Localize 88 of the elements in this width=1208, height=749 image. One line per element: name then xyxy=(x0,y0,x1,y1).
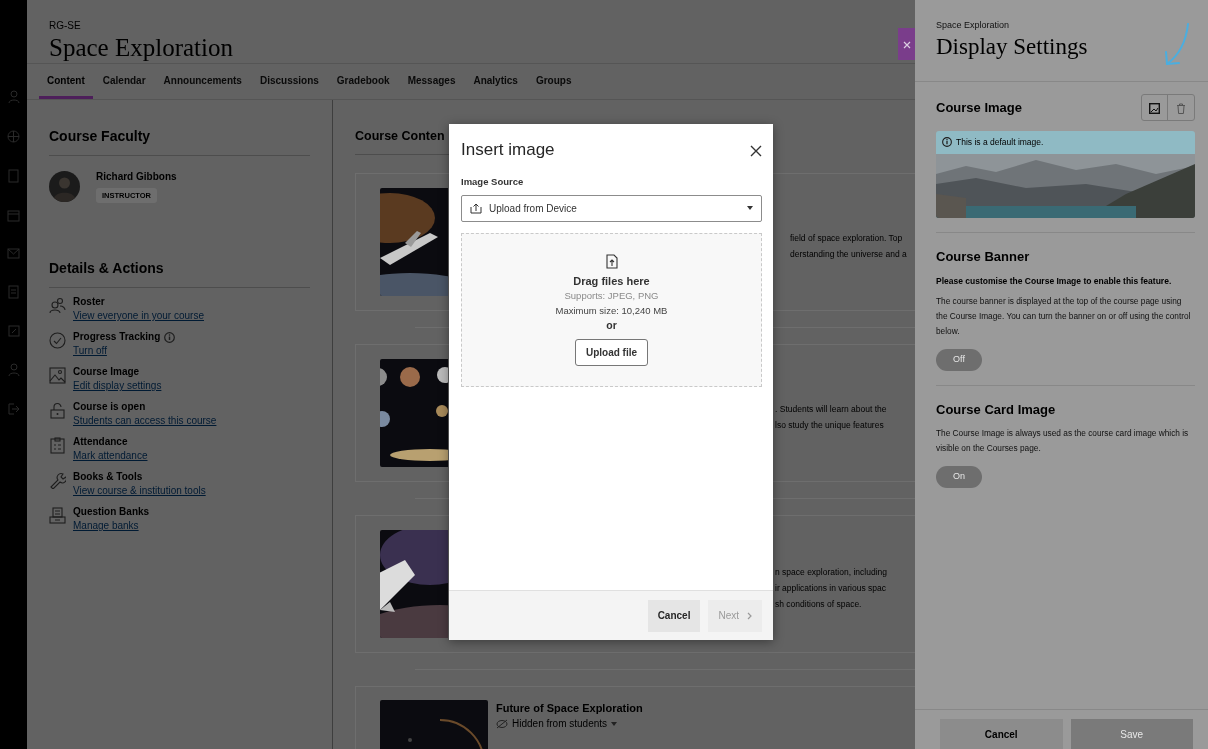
item-title: Question Banks xyxy=(73,505,150,519)
course-code: RG-SE xyxy=(49,19,81,33)
item-title: Roster xyxy=(73,295,105,309)
tab[interactable]: Gradebook xyxy=(328,64,398,99)
clipboard-icon xyxy=(49,437,66,454)
section-heading: Course Faculty xyxy=(49,126,310,156)
description-text: lso study the unique features xyxy=(775,418,884,432)
edit-icon[interactable] xyxy=(7,325,20,337)
panel-title: Display Settings xyxy=(936,32,1088,61)
item-link[interactable]: Manage banks xyxy=(73,519,150,533)
envelope-icon[interactable] xyxy=(7,248,20,259)
description-text: field of space exploration. Top xyxy=(790,231,903,245)
source-dropdown[interactable]: Upload from Device xyxy=(461,194,762,222)
section-heading: Course Card Image xyxy=(936,401,1057,419)
hint-text: Supports: JPEG, PNG xyxy=(564,289,659,304)
toggle-button[interactable]: On xyxy=(936,465,982,488)
annotation-arrow xyxy=(1165,23,1189,66)
section-heading: Course Conten xyxy=(355,128,445,145)
drop-title: Drag files here xyxy=(573,273,650,289)
caret-icon xyxy=(747,206,753,211)
globe-icon[interactable] xyxy=(7,130,20,143)
tab[interactable]: Calendar xyxy=(94,64,154,99)
description-text: . Students will learn about the xyxy=(775,402,887,416)
tab[interactable]: Analytics xyxy=(465,64,526,99)
image-icon xyxy=(1149,102,1160,114)
trash-icon xyxy=(1176,102,1186,114)
panel-subtitle: Space Exploration xyxy=(936,19,1010,32)
upload-button[interactable]: Upload file xyxy=(574,338,649,366)
course-title: Space Exploration xyxy=(49,33,233,63)
check-circle-icon xyxy=(49,332,66,349)
item-link[interactable]: Edit display settings xyxy=(73,379,162,393)
close-icon xyxy=(750,145,762,158)
info-icon xyxy=(942,137,952,148)
faculty-name: Richard Gibbons xyxy=(96,170,177,184)
avatar xyxy=(49,170,80,202)
tab[interactable]: Discussions xyxy=(251,64,327,99)
description-text: derstanding the universe and a xyxy=(790,247,907,261)
user-icon[interactable] xyxy=(7,363,20,377)
section-heading: Details & Actions xyxy=(49,258,310,288)
toggle-button[interactable]: Off xyxy=(936,349,982,371)
description-text: The course banner is displayed at the top of the course page using the Course Image. You can turn the banner on or off using the control below. xyxy=(936,295,1192,338)
description-text: The Course Image is always used as the course card image which is visible on the Courses page. xyxy=(936,426,1190,455)
visibility-menu[interactable]: Hidden from students xyxy=(496,716,643,732)
section-heading: Course Banner xyxy=(936,247,1031,266)
drop-zone[interactable]: Drag files here Supports: JPEG, PNG Maximum size: 10,240 MB or Upload file xyxy=(461,232,762,387)
info-icon[interactable] xyxy=(164,331,176,343)
notice-banner: This is a default image. xyxy=(936,131,1195,154)
hint-text: Maximum size: 10,240 MB xyxy=(555,303,668,318)
description-text: sh conditions of space. xyxy=(775,597,862,611)
item-title: Attendance xyxy=(73,435,128,449)
wrench-icon xyxy=(49,472,66,489)
user-icon[interactable] xyxy=(7,90,20,104)
item-title: Books & Tools xyxy=(73,470,143,484)
footer-button[interactable]: Cancel xyxy=(940,719,1063,749)
field-label: Image Source xyxy=(461,174,525,189)
list-icon[interactable] xyxy=(8,285,19,299)
image-icon xyxy=(49,367,66,384)
dialog-title: Insert image xyxy=(461,139,555,161)
item-title: Progress Tracking xyxy=(73,330,161,344)
separator-text: or xyxy=(606,317,617,333)
item-title: Course is open xyxy=(73,400,146,414)
tab[interactable]: Groups xyxy=(527,64,580,99)
chevron-icon xyxy=(747,611,752,620)
caret-icon xyxy=(611,721,618,726)
tab[interactable]: Content xyxy=(39,64,93,99)
calendar-icon[interactable] xyxy=(7,209,20,222)
item-link[interactable]: Mark attendance xyxy=(73,449,148,463)
sign-out-icon[interactable] xyxy=(7,403,20,415)
upload-icon xyxy=(470,202,482,214)
drawer-icon xyxy=(49,507,66,524)
document-icon[interactable] xyxy=(8,169,19,183)
content-title[interactable]: Future of Space Exploration xyxy=(496,699,643,717)
item-link[interactable]: View course & institution tools xyxy=(73,484,206,498)
file-upload-icon xyxy=(605,253,618,269)
close-icon xyxy=(902,40,911,49)
padlock-icon xyxy=(49,402,66,419)
tab[interactable]: Messages xyxy=(399,64,464,99)
item-link[interactable]: Students can access this course xyxy=(73,414,217,428)
item-title: Course Image xyxy=(73,365,140,379)
item-link[interactable]: Turn off xyxy=(73,344,176,358)
eye-slash-icon xyxy=(496,718,508,729)
warning-text: Please customise the Course Image to enable this feature. xyxy=(936,275,1173,288)
description-text: ir applications in various spac xyxy=(775,581,887,595)
item-link[interactable]: View everyone in your course xyxy=(73,309,204,323)
dialog-button[interactable]: Cancel xyxy=(647,599,701,632)
section-heading: Course Image xyxy=(936,98,1022,117)
tab[interactable]: Announcements xyxy=(155,64,250,99)
people-icon xyxy=(49,297,66,314)
